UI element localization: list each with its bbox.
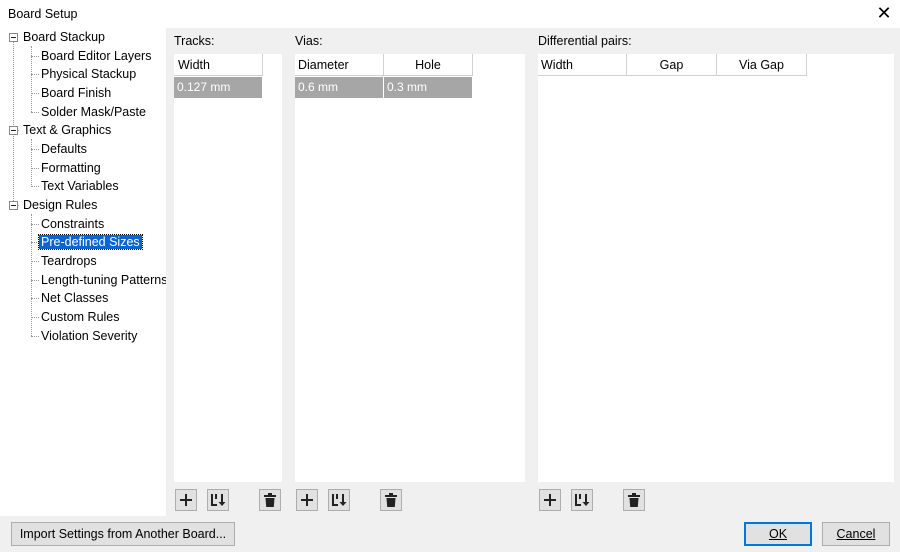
column-header-width[interactable]: Width bbox=[538, 54, 627, 76]
collapse-toggle-icon[interactable] bbox=[9, 201, 18, 210]
delete-track-button[interactable] bbox=[259, 489, 281, 511]
tree-item-board-editor-layers[interactable]: Board Editor Layers bbox=[39, 47, 153, 65]
tree-item-length-tuning-patterns[interactable]: Length-tuning Patterns bbox=[39, 271, 169, 289]
title-bar: Board Setup ✕ bbox=[0, 0, 900, 28]
settings-tree: Board Stackup Board Editor Layers Physic… bbox=[0, 28, 167, 516]
close-icon[interactable]: ✕ bbox=[876, 4, 892, 22]
add-via-button[interactable] bbox=[296, 489, 318, 511]
cancel-button[interactable]: Cancel bbox=[822, 522, 890, 546]
add-icon bbox=[180, 494, 192, 506]
add-track-button[interactable] bbox=[175, 489, 197, 511]
add-icon bbox=[544, 494, 556, 506]
tree-item-defaults[interactable]: Defaults bbox=[39, 140, 89, 158]
tree-item-violation-severity[interactable]: Violation Severity bbox=[39, 327, 139, 345]
table-cell[interactable]: 0.6 mm bbox=[295, 77, 384, 98]
tracks-grid[interactable]: Width 0.127 mm bbox=[174, 54, 282, 482]
tree-item-predefined-sizes[interactable]: Pre-defined Sizes bbox=[38, 233, 143, 251]
add-icon bbox=[301, 494, 313, 506]
tree-item-board-stackup[interactable]: Board Stackup bbox=[21, 28, 107, 46]
sort-diff-pairs-button[interactable] bbox=[571, 489, 593, 511]
sort-icon bbox=[332, 494, 347, 506]
tree-item-constraints[interactable]: Constraints bbox=[39, 215, 106, 233]
vias-label: Vias: bbox=[295, 34, 323, 48]
predefined-sizes-panel: Tracks: Width 0.127 mm Vias: Diameter Ho… bbox=[166, 28, 900, 516]
column-header-hole[interactable]: Hole bbox=[384, 54, 473, 76]
delete-diff-pair-button[interactable] bbox=[623, 489, 645, 511]
tree-item-teardrops[interactable]: Teardrops bbox=[39, 252, 99, 270]
tree-item-board-finish[interactable]: Board Finish bbox=[39, 84, 113, 102]
delete-via-button[interactable] bbox=[380, 489, 402, 511]
collapse-toggle-icon[interactable] bbox=[9, 33, 18, 42]
trash-icon bbox=[628, 493, 640, 507]
dialog-button-bar: Import Settings from Another Board... OK… bbox=[0, 516, 900, 552]
diff-pairs-grid[interactable]: Width Gap Via Gap bbox=[538, 54, 894, 482]
vias-grid[interactable]: Diameter Hole 0.6 mm 0.3 mm bbox=[295, 54, 525, 482]
tree-item-text-variables[interactable]: Text Variables bbox=[39, 177, 121, 195]
sort-icon bbox=[211, 494, 226, 506]
sort-vias-button[interactable] bbox=[328, 489, 350, 511]
tree-item-custom-rules[interactable]: Custom Rules bbox=[39, 308, 122, 326]
tree-item-net-classes[interactable]: Net Classes bbox=[39, 289, 110, 307]
column-header-width[interactable]: Width bbox=[174, 54, 263, 76]
collapse-toggle-icon[interactable] bbox=[9, 126, 18, 135]
table-cell[interactable]: 0.127 mm bbox=[174, 77, 263, 98]
tree-item-formatting[interactable]: Formatting bbox=[39, 159, 103, 177]
trash-icon bbox=[385, 493, 397, 507]
column-header-gap[interactable]: Gap bbox=[627, 54, 717, 76]
column-header-via-gap[interactable]: Via Gap bbox=[717, 54, 807, 76]
window-title: Board Setup bbox=[8, 7, 78, 21]
diff-pairs-label: Differential pairs: bbox=[538, 34, 632, 48]
ok-button[interactable]: OK bbox=[744, 522, 812, 546]
tracks-label: Tracks: bbox=[174, 34, 215, 48]
table-cell[interactable]: 0.3 mm bbox=[384, 77, 473, 98]
tree-item-physical-stackup[interactable]: Physical Stackup bbox=[39, 65, 138, 83]
add-diff-pair-button[interactable] bbox=[539, 489, 561, 511]
sort-tracks-button[interactable] bbox=[207, 489, 229, 511]
sort-icon bbox=[575, 494, 590, 506]
tree-item-design-rules[interactable]: Design Rules bbox=[21, 196, 99, 214]
tree-item-text-graphics[interactable]: Text & Graphics bbox=[21, 121, 113, 139]
import-settings-button[interactable]: Import Settings from Another Board... bbox=[11, 522, 235, 546]
column-header-diameter[interactable]: Diameter bbox=[295, 54, 384, 76]
tree-item-solder-mask-paste[interactable]: Solder Mask/Paste bbox=[39, 103, 148, 121]
trash-icon bbox=[264, 493, 276, 507]
